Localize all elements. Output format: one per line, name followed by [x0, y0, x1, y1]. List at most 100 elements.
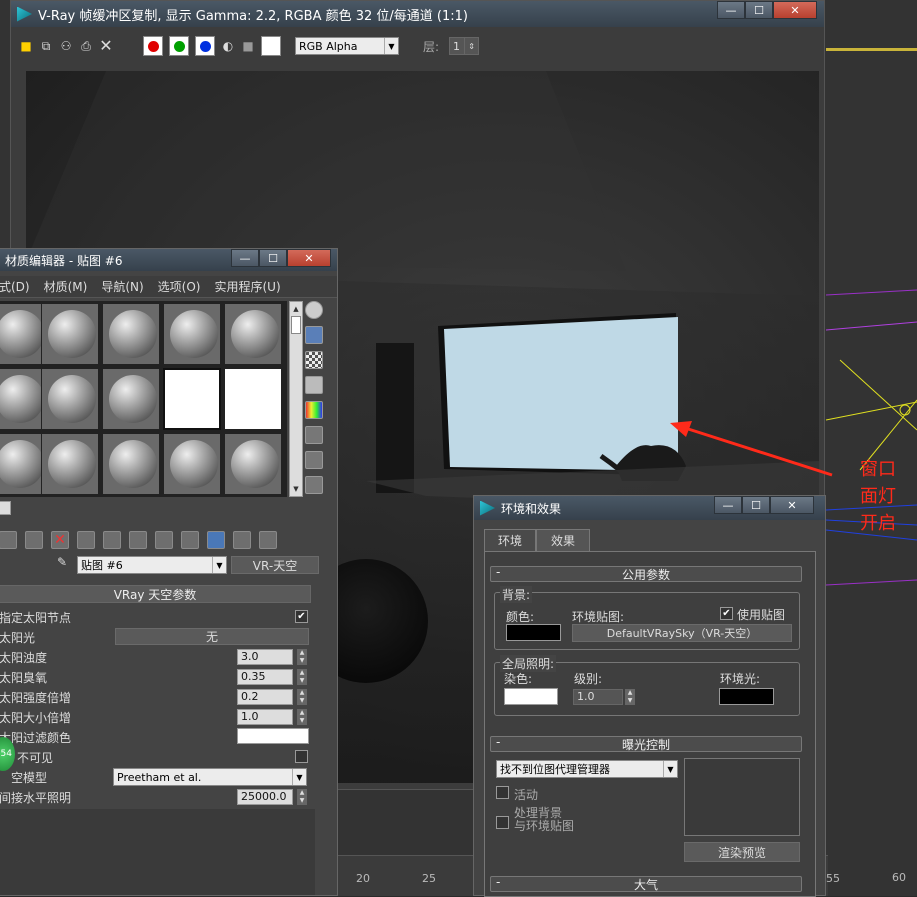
- show-map-icon[interactable]: [181, 531, 199, 549]
- menu-item-options[interactable]: 选项(O): [158, 278, 201, 295]
- maximize-icon[interactable]: ☐: [259, 249, 287, 267]
- material-slot-active[interactable]: [163, 368, 221, 430]
- put-to-library-icon[interactable]: [129, 531, 147, 549]
- menu-item-utilities[interactable]: 实用程序(U): [214, 278, 280, 295]
- maximize-icon[interactable]: ☐: [745, 1, 773, 19]
- material-slot[interactable]: [102, 368, 160, 430]
- options-icon[interactable]: [305, 451, 323, 469]
- material-slot[interactable]: [0, 303, 47, 365]
- tab-effects[interactable]: 效果: [536, 529, 590, 551]
- process-bg-checkbox[interactable]: [496, 816, 509, 829]
- alpha-icon[interactable]: ◐: [221, 39, 235, 53]
- select-by-material-icon[interactable]: [305, 476, 323, 494]
- tab-environment[interactable]: 环境: [484, 529, 536, 551]
- layer-spinner[interactable]: 1 ⇕: [449, 37, 480, 55]
- material-slot[interactable]: [41, 368, 99, 430]
- horizontal-scrollbar[interactable]: [0, 501, 11, 515]
- material-slot[interactable]: [0, 368, 47, 430]
- menu-item-navigation[interactable]: 导航(N): [101, 278, 143, 295]
- close-icon[interactable]: ✕: [770, 496, 814, 514]
- sun-light-button[interactable]: 无: [115, 628, 309, 645]
- make-unique-icon[interactable]: [103, 531, 121, 549]
- sky-model-select[interactable]: Preetham et al. ▼: [113, 768, 307, 786]
- spinner-arrows-icon[interactable]: ▲ ▼: [297, 649, 307, 665]
- minimize-icon[interactable]: —: [714, 496, 742, 514]
- print-icon[interactable]: ⎙: [79, 39, 93, 53]
- backlight-icon[interactable]: [305, 326, 323, 344]
- channel-select[interactable]: RGB Alpha ▼: [295, 37, 399, 55]
- material-slot[interactable]: [224, 433, 282, 495]
- sun-filter-color-swatch[interactable]: [237, 728, 309, 744]
- vray-sky-rollout-title[interactable]: VRay 天空参数: [0, 585, 311, 603]
- material-slot[interactable]: [102, 433, 160, 495]
- sun-turbidity-input[interactable]: 3.0: [237, 649, 293, 665]
- sun-node-checkbox[interactable]: ✔: [295, 610, 308, 623]
- spinner-arrows-icon[interactable]: ▲ ▼: [297, 689, 307, 705]
- level-input[interactable]: 1.0: [573, 689, 623, 705]
- scroll-up-icon[interactable]: ▲: [290, 302, 302, 316]
- close-icon[interactable]: ✕: [773, 1, 817, 19]
- spinner-arrows-icon[interactable]: ▲ ▼: [297, 669, 307, 685]
- material-slot[interactable]: [41, 433, 99, 495]
- assign-material-icon[interactable]: [25, 531, 43, 549]
- maximize-icon[interactable]: ☐: [742, 496, 770, 514]
- invisible-checkbox[interactable]: [295, 750, 308, 763]
- show-end-result-icon[interactable]: [207, 531, 225, 549]
- material-slot[interactable]: [0, 433, 47, 495]
- minimize-icon[interactable]: —: [717, 1, 745, 19]
- ambient-color-swatch[interactable]: [719, 688, 774, 705]
- get-material-icon[interactable]: [0, 531, 17, 549]
- slots-scrollbar[interactable]: ▲ ▼: [289, 301, 303, 497]
- atmosphere-rollout[interactable]: - 大气: [490, 875, 802, 892]
- active-checkbox[interactable]: [496, 786, 509, 799]
- material-slot[interactable]: [102, 303, 160, 365]
- background-color-swatch[interactable]: [506, 624, 561, 641]
- spinner-arrows-icon[interactable]: ▲ ▼: [297, 709, 307, 725]
- copy-material-icon[interactable]: [77, 531, 95, 549]
- mono-icon[interactable]: ■: [241, 39, 255, 53]
- pick-material-icon[interactable]: ✎: [55, 555, 69, 569]
- material-slot[interactable]: [224, 303, 282, 365]
- material-slot[interactable]: [224, 368, 282, 430]
- reset-map-icon[interactable]: ✕: [51, 531, 69, 549]
- sample-type-icon[interactable]: [305, 301, 323, 319]
- checker-background-icon[interactable]: [305, 351, 323, 369]
- map-name-field[interactable]: 贴图 #6 ▼: [77, 556, 227, 574]
- material-editor-window[interactable]: 材质编辑器 - 贴图 #6 — ☐ ✕ 式(D) 材质(M) 导航(N) 选项(…: [0, 248, 338, 896]
- exposure-control-rollout[interactable]: - 曝光控制: [490, 735, 802, 752]
- save-icon[interactable]: ■: [19, 39, 33, 53]
- go-forward-icon[interactable]: [259, 531, 277, 549]
- material-slot[interactable]: [163, 303, 221, 365]
- vray-titlebar[interactable]: V-Ray 帧缓冲区复制, 显示 Gamma: 2.2, RGBA 颜色 32 …: [11, 1, 824, 27]
- env-map-button[interactable]: DefaultVRaySky（VR-天空）: [572, 624, 792, 642]
- copy-icon[interactable]: ⧉: [39, 39, 53, 53]
- exposure-select[interactable]: 找不到位图代理管理器 ▼: [496, 760, 678, 778]
- close-icon[interactable]: ✕: [287, 249, 331, 267]
- sun-ozone-input[interactable]: 0.35: [237, 669, 293, 685]
- common-params-rollout[interactable]: - 公用参数: [490, 565, 802, 582]
- scroll-thumb[interactable]: [291, 316, 301, 334]
- go-to-parent-icon[interactable]: [233, 531, 251, 549]
- material-slot[interactable]: [163, 433, 221, 495]
- spinner-arrows-icon[interactable]: ▲ ▼: [625, 689, 635, 705]
- sun-size-input[interactable]: 1.0: [237, 709, 293, 725]
- environment-effects-window[interactable]: 环境和效果 — ☐ ✕ 环境 效果 - 公用参数 背景: 颜色: 环境贴图: ✔…: [473, 495, 826, 897]
- clear-icon[interactable]: ✕: [99, 38, 113, 54]
- map-type-button[interactable]: VR-天空: [231, 556, 319, 574]
- material-slot[interactable]: [41, 303, 99, 365]
- sun-intensity-input[interactable]: 0.2: [237, 689, 293, 705]
- menu-item-material[interactable]: 材质(M): [44, 278, 88, 295]
- video-color-check-icon[interactable]: [305, 401, 323, 419]
- green-channel-button[interactable]: [169, 36, 189, 56]
- background-color-swatch[interactable]: [261, 36, 281, 56]
- render-preview-button[interactable]: 渲染预览: [684, 842, 800, 862]
- indirect-horizontal-input[interactable]: 25000.0: [237, 789, 293, 805]
- make-preview-icon[interactable]: [305, 426, 323, 444]
- material-id-icon[interactable]: [155, 531, 173, 549]
- scroll-down-icon[interactable]: ▼: [290, 482, 302, 496]
- spinner-arrows-icon[interactable]: ▲ ▼: [297, 789, 307, 805]
- sample-uv-icon[interactable]: [305, 376, 323, 394]
- use-map-checkbox[interactable]: ✔: [720, 607, 733, 620]
- minimize-icon[interactable]: —: [231, 249, 259, 267]
- red-channel-button[interactable]: [143, 36, 163, 56]
